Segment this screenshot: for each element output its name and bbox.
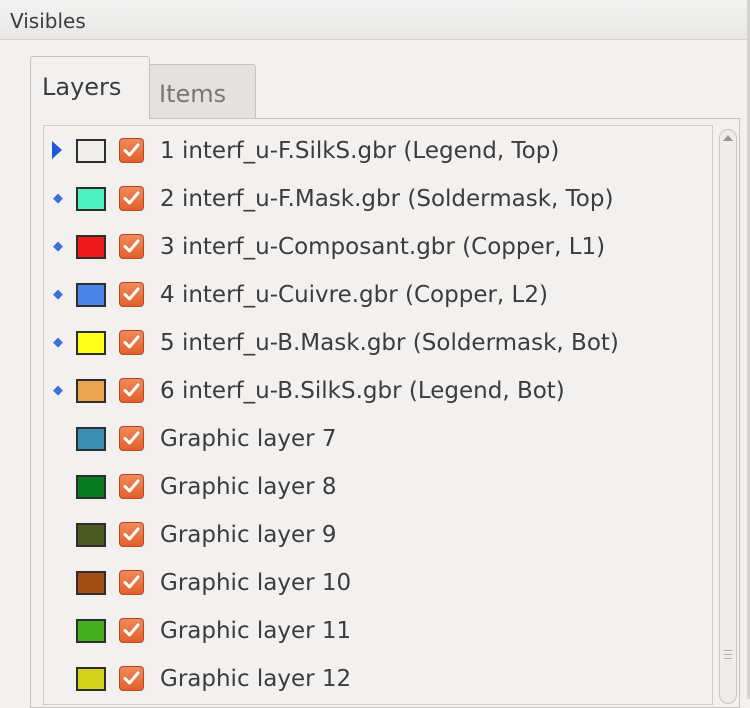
layer-color-swatch[interactable] xyxy=(76,523,106,547)
layer-row[interactable]: ◆ 6 interf_u-B.SilkS.gbr (Legend, Bot) xyxy=(44,368,710,416)
layer-label: Graphic layer 12 xyxy=(160,666,352,692)
layer-visibility-checkbox[interactable] xyxy=(119,426,144,451)
layer-row[interactable]: ◆ 3 interf_u-Composant.gbr (Copper, L1) xyxy=(44,224,710,272)
tab-layers[interactable]: Layers xyxy=(30,56,150,119)
layer-row[interactable]: Graphic layer 9 xyxy=(44,512,710,560)
checkmark-icon xyxy=(123,383,140,397)
layer-diamond-icon: ◆ xyxy=(53,383,63,398)
layer-color-swatch[interactable] xyxy=(76,187,106,211)
checkmark-icon xyxy=(123,479,140,493)
checkmark-icon xyxy=(123,671,140,685)
layer-label: Graphic layer 8 xyxy=(160,474,337,500)
layer-color-swatch[interactable] xyxy=(76,283,106,307)
checkmark-icon xyxy=(123,527,140,541)
layer-row[interactable]: ◆ 2 interf_u-F.Mask.gbr (Soldermask, Top) xyxy=(44,176,710,224)
layer-visibility-checkbox[interactable] xyxy=(119,474,144,499)
layer-color-swatch[interactable] xyxy=(76,475,106,499)
layer-visibility-checkbox[interactable] xyxy=(119,570,144,595)
layer-visibility-checkbox[interactable] xyxy=(119,378,144,403)
layer-visibility-checkbox[interactable] xyxy=(119,522,144,547)
layer-color-swatch[interactable] xyxy=(76,139,106,163)
layer-visibility-checkbox[interactable] xyxy=(119,330,144,355)
layer-label: Graphic layer 11 xyxy=(160,618,352,644)
layer-color-swatch[interactable] xyxy=(76,331,106,355)
tab-items-label: Items xyxy=(159,80,227,108)
layer-diamond-icon: ◆ xyxy=(53,239,63,254)
scroll-up-arrow-icon[interactable] xyxy=(723,135,733,141)
layer-row[interactable]: Graphic layer 12 xyxy=(44,656,710,704)
layer-visibility-checkbox[interactable] xyxy=(119,186,144,211)
layers-list[interactable]: 1 interf_u-F.SilkS.gbr (Legend, Top) ◆ 2 i… xyxy=(43,125,713,705)
layer-row[interactable]: 1 interf_u-F.SilkS.gbr (Legend, Top) xyxy=(44,128,710,176)
layer-diamond-icon: ◆ xyxy=(53,191,63,206)
layer-color-swatch[interactable] xyxy=(76,379,106,403)
layer-visibility-checkbox[interactable] xyxy=(119,618,144,643)
layer-label: Graphic layer 10 xyxy=(160,570,352,596)
checkmark-icon xyxy=(123,623,140,637)
layer-label: 1 interf_u-F.SilkS.gbr (Legend, Top) xyxy=(160,138,560,164)
checkmark-icon xyxy=(123,143,140,157)
layer-row[interactable]: Graphic layer 10 xyxy=(44,560,710,608)
layer-label: 3 interf_u-Composant.gbr (Copper, L1) xyxy=(160,234,606,260)
layer-label: 6 interf_u-B.SilkS.gbr (Legend, Bot) xyxy=(160,378,565,404)
panel-title: Visibles xyxy=(10,9,86,33)
layer-row[interactable]: ◆ 5 interf_u-B.Mask.gbr (Soldermask, Bot) xyxy=(44,320,710,368)
layer-row[interactable]: Graphic layer 8 xyxy=(44,464,710,512)
tab-items[interactable]: Items xyxy=(150,64,256,118)
checkmark-icon xyxy=(123,575,140,589)
vertical-scrollbar[interactable] xyxy=(719,129,737,704)
layer-visibility-checkbox[interactable] xyxy=(119,234,144,259)
layer-color-swatch[interactable] xyxy=(76,667,106,691)
layer-diamond-icon: ◆ xyxy=(53,335,63,350)
scroll-grip-icon[interactable] xyxy=(724,650,732,662)
checkmark-icon xyxy=(123,191,140,205)
panel-title-bar: Visibles xyxy=(0,0,750,40)
tab-layers-label: Layers xyxy=(42,73,122,101)
layer-visibility-checkbox[interactable] xyxy=(119,282,144,307)
layer-label: Graphic layer 7 xyxy=(160,426,337,452)
layer-label: 2 interf_u-F.Mask.gbr (Soldermask, Top) xyxy=(160,186,614,212)
layer-visibility-checkbox[interactable] xyxy=(119,666,144,691)
layer-label: Graphic layer 9 xyxy=(160,522,337,548)
checkmark-icon xyxy=(123,239,140,253)
layer-color-swatch[interactable] xyxy=(76,427,106,451)
layer-label: 5 interf_u-B.Mask.gbr (Soldermask, Bot) xyxy=(160,330,619,356)
checkmark-icon xyxy=(123,335,140,349)
layer-row[interactable]: ◆ 4 interf_u-Cuivre.gbr (Copper, L2) xyxy=(44,272,710,320)
layer-diamond-icon: ◆ xyxy=(53,287,63,302)
layer-row[interactable]: Graphic layer 7 xyxy=(44,416,710,464)
layers-panel: 1 interf_u-F.SilkS.gbr (Legend, Top) ◆ 2 i… xyxy=(30,118,740,708)
layer-row[interactable]: Graphic layer 11 xyxy=(44,608,710,656)
active-layer-triangle-icon xyxy=(52,141,62,159)
layer-label: 4 interf_u-Cuivre.gbr (Copper, L2) xyxy=(160,282,548,308)
layer-color-swatch[interactable] xyxy=(76,619,106,643)
layer-color-swatch[interactable] xyxy=(76,235,106,259)
layer-visibility-checkbox[interactable] xyxy=(119,138,144,163)
layer-color-swatch[interactable] xyxy=(76,571,106,595)
checkmark-icon xyxy=(123,287,140,301)
checkmark-icon xyxy=(123,431,140,445)
